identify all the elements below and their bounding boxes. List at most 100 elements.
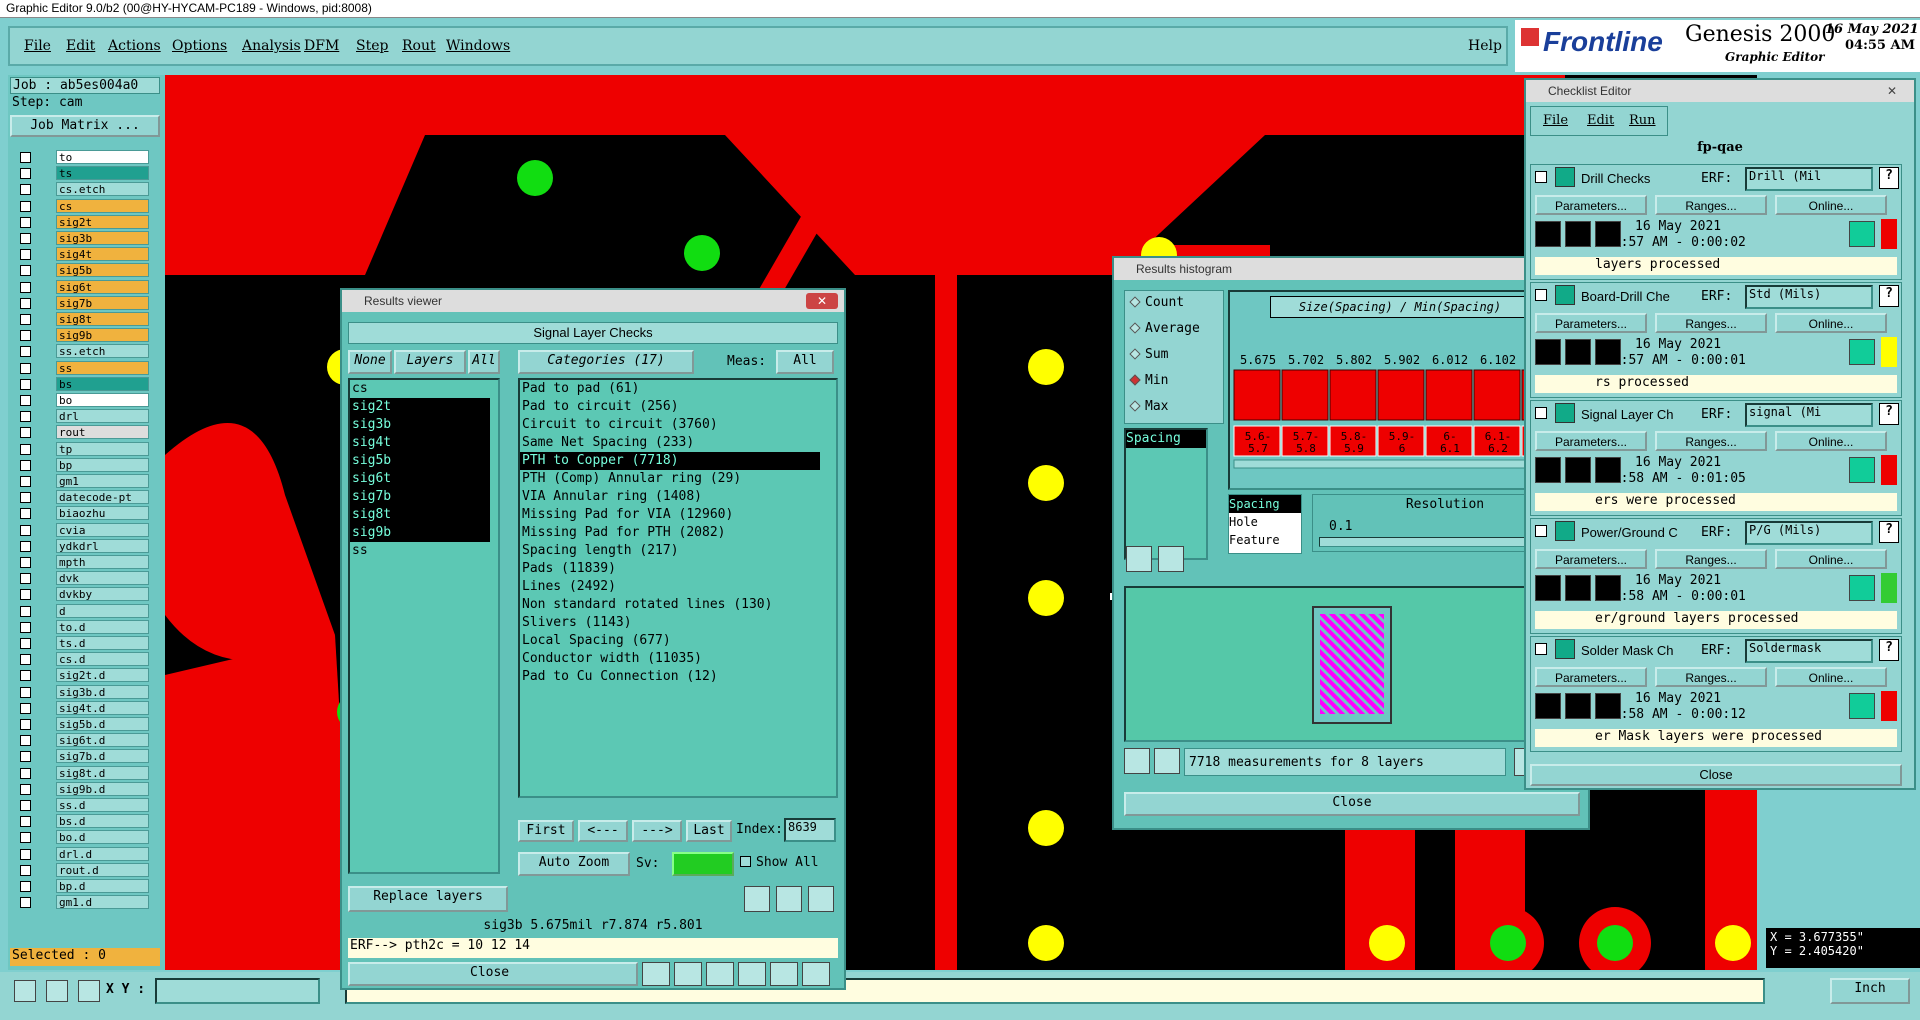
category-item[interactable]: Pad to pad (61) — [520, 380, 820, 398]
layer-checkbox[interactable] — [20, 281, 31, 293]
menu-options[interactable]: Options — [172, 38, 227, 54]
layer-checkbox[interactable] — [20, 265, 31, 277]
layer-row[interactable]: sig7b.d — [16, 749, 149, 764]
menu-dfm[interactable]: DFM — [304, 38, 339, 54]
delete-icon[interactable] — [744, 886, 770, 912]
online-button[interactable]: Online... — [1775, 431, 1887, 451]
layer-checkbox[interactable] — [20, 524, 31, 536]
category-item[interactable]: Pads (11839) — [520, 560, 820, 578]
erf-value[interactable]: P/G (Mils) — [1745, 521, 1873, 545]
layer-name[interactable]: sig5b.d — [56, 717, 149, 731]
close-button[interactable]: Close — [1124, 792, 1580, 816]
layer-name[interactable]: dvkby — [56, 587, 149, 602]
layer-row[interactable]: bs — [16, 376, 149, 391]
prev-button[interactable]: <--- — [578, 820, 628, 842]
refresh-icon[interactable] — [1154, 748, 1180, 774]
category-item[interactable]: PTH (Comp) Annular ring (29) — [520, 470, 820, 488]
run-icon[interactable] — [1565, 457, 1591, 483]
layer-row[interactable]: sig9b.d — [16, 781, 149, 796]
menu-file[interactable]: File — [24, 38, 51, 54]
stat-option[interactable]: Min — [1125, 369, 1223, 395]
run-icon[interactable] — [1565, 575, 1591, 601]
ranges-button[interactable]: Ranges... — [1655, 431, 1767, 451]
menu-file[interactable]: File — [1543, 113, 1568, 128]
tool-icon-4[interactable] — [738, 962, 766, 986]
layer-results-list[interactable]: cs sig2t sig3b sig4t sig5b sig6t sig7b sig8t sig… — [348, 378, 500, 874]
layer-name[interactable]: sig7b — [56, 295, 149, 310]
layer-name[interactable]: dvk — [56, 571, 149, 586]
close-button[interactable]: Close — [1530, 764, 1902, 786]
measure-icon[interactable] — [46, 980, 68, 1002]
layer-checkbox[interactable] — [20, 297, 31, 309]
run-icon[interactable] — [1565, 221, 1591, 247]
layer-checkbox[interactable] — [20, 508, 31, 520]
last-button[interactable]: Last — [686, 820, 732, 842]
layer-name[interactable]: sig9b.d — [56, 781, 149, 796]
menu-edit[interactable]: Edit — [1587, 113, 1614, 128]
radio-icon[interactable] — [1129, 322, 1141, 334]
check-name[interactable]: Signal Layer Ch — [1581, 407, 1674, 422]
zoom-icon[interactable] — [1849, 221, 1875, 247]
layer-name[interactable]: ss — [56, 360, 149, 375]
layer-name[interactable]: sig2t.d — [56, 668, 149, 683]
layer-name[interactable]: ts — [56, 166, 149, 181]
layer-row[interactable]: rout.d — [16, 862, 149, 877]
result-layer-item[interactable]: sig4t — [350, 434, 490, 452]
layer-name[interactable]: datecode-pt — [56, 490, 149, 505]
xy-input[interactable] — [155, 978, 320, 1004]
erf-value[interactable]: Soldermask — [1745, 639, 1873, 663]
layer-row[interactable]: to — [16, 150, 149, 164]
help-icon[interactable]: ? — [1879, 403, 1899, 425]
run-icon[interactable] — [1535, 221, 1561, 247]
layer-checkbox[interactable] — [20, 216, 31, 228]
layer-checkbox[interactable] — [20, 670, 31, 682]
result-layer-item[interactable]: sig6t — [350, 470, 490, 488]
spacing-item[interactable]: Spacing — [1126, 430, 1206, 448]
erf-value[interactable]: Std (Mils) — [1745, 285, 1873, 309]
layer-checkbox[interactable] — [20, 767, 31, 779]
layer-row[interactable]: ss — [16, 360, 149, 375]
layer-checkbox[interactable] — [20, 702, 31, 714]
run-icon[interactable] — [1535, 575, 1561, 601]
check-name[interactable]: Board-Drill Che — [1581, 289, 1670, 304]
layer-checkbox[interactable] — [20, 184, 31, 196]
layer-row[interactable]: d — [16, 603, 149, 618]
layer-name[interactable]: bo — [56, 393, 149, 407]
radio-icon[interactable] — [1129, 296, 1141, 308]
layer-checkbox[interactable] — [20, 540, 31, 552]
show-all-checkbox[interactable] — [740, 856, 751, 867]
close-icon[interactable]: ✕ — [806, 293, 838, 309]
layer-checkbox[interactable] — [20, 362, 31, 374]
check-name[interactable]: Solder Mask Ch — [1581, 643, 1673, 658]
radio-icon[interactable] — [1129, 400, 1141, 412]
layer-name[interactable]: bp — [56, 457, 149, 472]
layer-row[interactable]: gm1 — [16, 474, 149, 488]
check-enable-checkbox[interactable] — [1535, 407, 1547, 419]
layer-row[interactable]: sig5b.d — [16, 717, 149, 731]
layer-checkbox[interactable] — [20, 800, 31, 811]
category-item[interactable]: Slivers (1143) — [520, 614, 820, 632]
check-name[interactable]: Drill Checks — [1581, 171, 1650, 186]
layer-name[interactable]: rout.d — [56, 862, 149, 877]
delete-icon[interactable] — [1126, 546, 1152, 572]
erf-value[interactable]: Drill (Mil — [1745, 167, 1873, 191]
layer-row[interactable]: sig3b.d — [16, 684, 149, 699]
zoom-icon[interactable] — [1849, 457, 1875, 483]
result-layer-item[interactable]: sig7b — [350, 488, 490, 506]
layer-name[interactable]: ts.d — [56, 636, 149, 650]
all-button[interactable]: All — [468, 350, 500, 374]
layer-row[interactable]: rout — [16, 425, 149, 440]
ranges-button[interactable]: Ranges... — [1655, 313, 1767, 333]
layer-row[interactable]: ss.d — [16, 798, 149, 812]
layer-checkbox[interactable] — [20, 395, 31, 406]
next-button[interactable]: ---> — [632, 820, 682, 842]
layer-row[interactable]: sig9b — [16, 328, 149, 343]
category-item[interactable]: Non standard rotated lines (130) — [520, 596, 820, 614]
layer-row[interactable]: bs.d — [16, 814, 149, 829]
run-icon[interactable] — [1535, 339, 1561, 365]
result-layer-item[interactable]: sig5b — [350, 452, 490, 470]
layer-name[interactable]: to — [56, 150, 149, 164]
layer-checkbox[interactable] — [20, 249, 31, 261]
layer-name[interactable]: sig8t.d — [56, 765, 149, 780]
layer-row[interactable]: datecode-pt — [16, 490, 149, 505]
